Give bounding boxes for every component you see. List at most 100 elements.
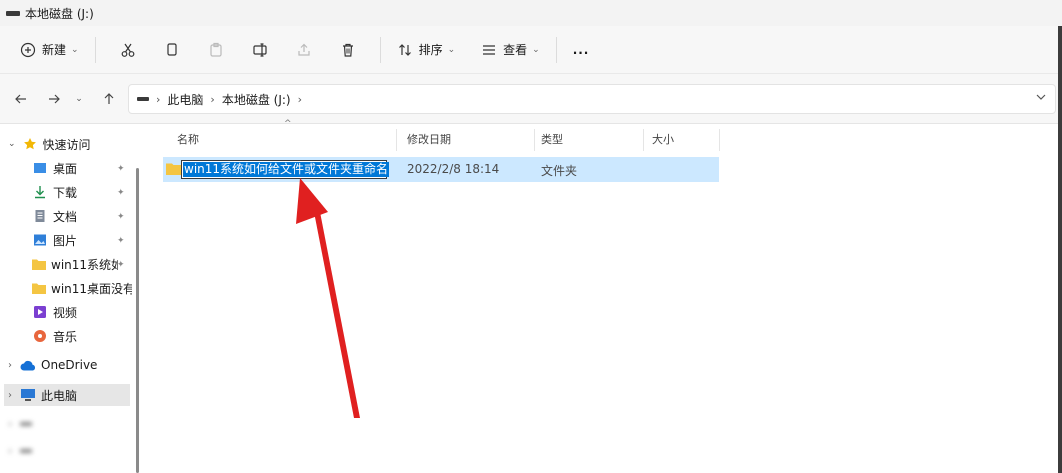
scissors-icon: [121, 43, 134, 57]
copy-button[interactable]: [157, 34, 187, 66]
pin-icon: ✦: [117, 236, 125, 246]
column-divider[interactable]: [643, 129, 644, 151]
chevron-right-icon: ›: [156, 92, 161, 106]
drive-icon: [6, 10, 20, 16]
view-button[interactable]: 查看 ⌄: [475, 34, 546, 66]
window-title: 本地磁盘 (J:): [25, 6, 94, 21]
trash-icon: [342, 43, 353, 57]
rename-input-selected-text: win11系统如何给文件或文件夹重命名: [183, 162, 390, 177]
chevron-right-icon: ›: [210, 92, 215, 106]
paste-icon: [209, 42, 222, 57]
column-divider[interactable]: [396, 129, 397, 151]
file-modified-date: 2022/2/8 18:14: [407, 162, 500, 176]
view-button-label: 查看: [503, 43, 528, 57]
file-type: 文件夹: [541, 164, 578, 178]
new-button[interactable]: 新建 ⌄: [14, 34, 85, 66]
sidebar-scrollbar-thumb[interactable]: [136, 168, 139, 473]
delete-button[interactable]: [333, 34, 363, 66]
breadcrumb-local-disk[interactable]: 本地磁盘 (J:): [222, 91, 291, 108]
rename-input[interactable]: win11系统如何给文件或文件夹重命名: [181, 160, 390, 179]
folder-icon: [166, 162, 182, 178]
rename-icon: [252, 42, 267, 57]
plus-circle-icon: [20, 42, 36, 57]
sidebar-item-label: 视频: [53, 305, 78, 320]
toolbar-divider: [555, 36, 557, 63]
navigation-pane: ⌄ 快速访问 桌面 ✦ 下载 ✦ 文档 ✦ 图片 ✦ win11系统如 ✦ wi…: [0, 125, 140, 473]
address-row: ⌄ › 此电脑 › 本地磁盘 (J:) ›: [0, 74, 1062, 124]
document-icon: [32, 208, 48, 224]
chevron-right-icon: ›: [8, 359, 12, 371]
sidebar-item-onedrive[interactable]: › OneDrive: [8, 354, 133, 376]
up-button[interactable]: [98, 87, 120, 111]
paste-button[interactable]: [201, 34, 231, 66]
sidebar-item-this-pc[interactable]: › 此电脑: [4, 384, 130, 406]
pin-icon: ✦: [117, 164, 125, 174]
folder-icon: [32, 280, 46, 296]
sidebar-item-music[interactable]: 音乐: [32, 325, 132, 347]
computer-icon: [20, 387, 36, 403]
sort-button[interactable]: 排序 ⌄: [391, 34, 462, 66]
recent-locations-button[interactable]: ⌄: [71, 87, 87, 111]
sidebar-item-label: win11系统如: [51, 257, 118, 272]
cut-button[interactable]: [113, 34, 143, 66]
back-button[interactable]: [10, 87, 32, 111]
chevron-right-icon: ›: [8, 418, 12, 430]
share-button[interactable]: [289, 34, 319, 66]
sidebar-item-label: 文档: [53, 209, 78, 224]
more-options-icon: ...: [572, 42, 590, 57]
chevron-right-icon: ›: [297, 92, 302, 106]
pin-icon: ✦: [117, 212, 125, 222]
chevron-down-icon: ⌄: [75, 94, 83, 104]
address-dropdown-button[interactable]: [1035, 91, 1047, 106]
video-icon: [32, 304, 48, 320]
column-divider[interactable]: [719, 129, 720, 151]
chevron-down-icon: ⌄: [532, 44, 540, 55]
star-icon: [22, 136, 38, 152]
address-bar[interactable]: › 此电脑 › 本地磁盘 (J:) ›: [128, 84, 1056, 114]
column-header-date[interactable]: 修改日期: [407, 131, 451, 147]
chevron-down-icon: ⌄: [71, 44, 79, 55]
column-divider[interactable]: [534, 129, 535, 151]
rename-button[interactable]: [245, 34, 275, 66]
download-icon: [32, 184, 48, 200]
share-icon: [297, 43, 310, 56]
table-row[interactable]: win11系统如何给文件或文件夹重命名 2022/2/8 18:14 文件夹: [163, 157, 719, 182]
sidebar-item-label: win11桌面没有: [51, 281, 132, 296]
chevron-down-icon: ⌄: [447, 44, 456, 55]
sort-button-label: 排序: [418, 43, 443, 57]
column-header-type[interactable]: 类型: [541, 131, 563, 147]
sidebar-item-label: 桌面: [53, 161, 78, 176]
pin-icon: ✦: [117, 260, 125, 270]
drive-icon: [137, 97, 149, 101]
copy-icon: [166, 42, 177, 56]
sidebar-item-obscured-drive[interactable]: ›: [8, 413, 128, 435]
desktop-icon: [32, 160, 48, 176]
sort-arrows-icon: [398, 43, 411, 56]
pin-icon: ✦: [117, 188, 125, 198]
arrow-right-icon: [49, 94, 60, 104]
column-header-name[interactable]: 名称: [177, 131, 199, 147]
toolbar-divider: [379, 36, 381, 63]
sort-ascending-icon: ^: [284, 119, 292, 129]
new-button-label: 新建: [42, 43, 67, 57]
sidebar-item-label: 音乐: [53, 329, 78, 344]
arrow-left-icon: [15, 94, 26, 104]
sidebar-item-win11-desktop-folder[interactable]: win11桌面没有: [32, 277, 132, 299]
sidebar-item-quick-access[interactable]: ⌄ 快速访问: [8, 133, 133, 155]
forward-button[interactable]: [43, 87, 65, 111]
toolbar-divider: [94, 36, 96, 63]
picture-icon: [32, 232, 48, 248]
chevron-down-icon: [1036, 94, 1046, 100]
breadcrumb-this-pc[interactable]: 此电脑: [167, 91, 203, 108]
cloud-icon: [20, 357, 36, 373]
drive-icon: [20, 422, 32, 426]
sidebar-item-win11-folder[interactable]: win11系统如: [32, 253, 118, 275]
sidebar-item-videos[interactable]: 视频: [32, 301, 132, 323]
chevron-right-icon: ›: [8, 445, 12, 457]
drive-icon: [20, 449, 32, 453]
chevron-down-icon: ⌄: [8, 139, 16, 149]
sidebar-item-obscured-drive[interactable]: ›: [8, 440, 128, 462]
column-header-size[interactable]: 大小: [652, 131, 674, 147]
more-options-button[interactable]: ...: [567, 34, 596, 66]
command-bar: 新建 ⌄ 排序 ⌄ 查看 ⌄ ...: [0, 26, 1062, 74]
